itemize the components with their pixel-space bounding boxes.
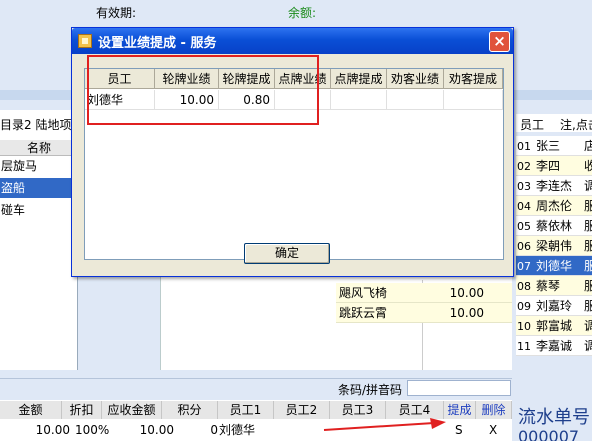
employee-no: 08 xyxy=(517,280,531,293)
col-robbed-commission[interactable]: 劝客提成 xyxy=(444,69,503,89)
cell-robbed-commission[interactable] xyxy=(444,90,503,110)
col-amount[interactable]: 金额 xyxy=(0,401,62,419)
employee-name: 张三 xyxy=(536,139,561,153)
col-emp3[interactable]: 员工3 xyxy=(330,401,386,419)
col-commission-link[interactable]: 提成 xyxy=(444,401,476,419)
service-price: 10.00 xyxy=(449,286,484,300)
employee-no: 02 xyxy=(517,160,531,173)
employee-no: 01 xyxy=(517,140,531,153)
cell-points: 0 xyxy=(210,423,218,437)
employee-role: 服 xyxy=(584,296,592,315)
cell-robbed-performance[interactable] xyxy=(387,90,444,110)
employee-no: 09 xyxy=(517,300,531,313)
close-icon[interactable]: × xyxy=(489,31,510,52)
balance-label: 余额: xyxy=(288,6,317,20)
dialog-title: 设置业绩提成 - 服务 xyxy=(98,36,217,51)
employee-name: 李连杰 xyxy=(536,179,573,193)
valid-period-label: 有效期: xyxy=(96,6,137,20)
employee-header-label: 员工 xyxy=(520,118,545,132)
employee-role: 服 xyxy=(584,256,592,275)
cell-delete-button[interactable]: X xyxy=(489,421,497,439)
employee-name: 蔡琴 xyxy=(536,279,561,293)
employee-no: 07 xyxy=(517,260,531,273)
employee-row[interactable]: 03 李连杰调 xyxy=(516,176,592,196)
service-row[interactable]: 跳跃云霄 10.00 xyxy=(336,303,512,323)
cell-amount: 10.00 xyxy=(35,423,70,437)
employee-row[interactable]: 04 周杰伦服 xyxy=(516,196,592,216)
service-name: 飓风飞椅 xyxy=(339,286,388,300)
cell-emp1[interactable]: 刘德华 xyxy=(219,421,255,439)
col-emp2[interactable]: 员工2 xyxy=(274,401,330,419)
col-delete-link[interactable]: 删除 xyxy=(476,401,512,419)
employee-no: 03 xyxy=(517,180,531,193)
col-discount[interactable]: 折扣 xyxy=(62,401,102,419)
employee-role: 服 xyxy=(584,196,592,215)
barcode-input[interactable] xyxy=(407,380,511,396)
barcode-label: 条码/拼音码 xyxy=(338,383,403,397)
category-item-selected[interactable]: 盗船 xyxy=(0,178,78,198)
employee-no: 04 xyxy=(517,200,531,213)
cell-commission-button[interactable]: S xyxy=(455,421,463,439)
app-icon xyxy=(78,34,92,48)
employee-role: 店 xyxy=(584,136,592,155)
annotation-arrow-icon xyxy=(323,418,446,431)
employee-role: 服 xyxy=(584,276,592,295)
category-name-header[interactable]: 名称 xyxy=(0,140,78,156)
col-points[interactable]: 积分 xyxy=(162,401,218,419)
employee-no: 11 xyxy=(517,340,531,353)
employee-row[interactable]: 09 刘嘉玲服 xyxy=(516,296,592,316)
employee-name: 刘嘉玲 xyxy=(536,299,573,313)
employee-row[interactable]: 01 张三 店 xyxy=(516,136,592,156)
employee-list-header: 员工 注,点击 xyxy=(516,114,592,132)
flow-number-label: 流水单号 xyxy=(518,407,590,428)
employee-name: 梁朝伟 xyxy=(536,239,573,253)
employee-row[interactable]: 10 郭富城调 xyxy=(516,316,592,336)
cell-point-commission[interactable] xyxy=(331,90,387,110)
ok-button[interactable]: 确定 xyxy=(244,243,330,264)
col-robbed-performance[interactable]: 劝客业绩 xyxy=(387,69,444,89)
col-emp1[interactable]: 员工1 xyxy=(218,401,274,419)
service-price: 10.00 xyxy=(449,306,484,320)
employee-row[interactable]: 05 蔡依林服 xyxy=(516,216,592,236)
col-emp4[interactable]: 员工4 xyxy=(386,401,444,419)
employee-name: 李嘉诚 xyxy=(536,339,573,353)
employee-list: 01张三店 02李四收 03李连杰调 04周杰伦服 05蔡依林服 06梁朝伟服 … xyxy=(516,136,592,356)
employee-no: 05 xyxy=(517,220,531,233)
service-name: 跳跃云霄 xyxy=(339,306,388,320)
flow-number-value: 000007 xyxy=(518,427,580,441)
annotation-highlight-box xyxy=(87,55,319,125)
employee-name: 郭富城 xyxy=(536,319,573,333)
col-receivable[interactable]: 应收金额 xyxy=(102,401,162,419)
employee-name: 周杰伦 xyxy=(536,199,573,213)
employee-name: 李四 xyxy=(536,159,561,173)
category-item[interactable]: 层旋马 xyxy=(0,156,78,176)
employee-name: 刘德华 xyxy=(536,259,573,273)
service-row[interactable]: 飓风飞椅 10.00 xyxy=(336,283,512,303)
employee-row[interactable]: 08 蔡琴 服 xyxy=(516,276,592,296)
employee-row-selected[interactable]: 07 刘德华服 xyxy=(516,256,592,276)
employee-role: 服 xyxy=(584,236,592,255)
employee-row[interactable]: 02 李四 收 xyxy=(516,156,592,176)
dialog-titlebar[interactable]: 设置业绩提成 - 服务 × xyxy=(72,28,513,54)
col-point-commission[interactable]: 点牌提成 xyxy=(331,69,387,89)
employee-role: 调 xyxy=(584,336,592,355)
employee-name: 蔡依林 xyxy=(536,219,573,233)
employee-no: 10 xyxy=(517,320,531,333)
employee-role: 收 xyxy=(584,156,592,175)
employee-role: 服 xyxy=(584,216,592,235)
employee-role: 调 xyxy=(584,176,592,195)
employee-header-note: 注,点击 xyxy=(560,118,592,132)
employee-row[interactable]: 06 梁朝伟服 xyxy=(516,236,592,256)
employee-no: 06 xyxy=(517,240,531,253)
employee-row[interactable]: 11 李嘉诚调 xyxy=(516,336,592,356)
category-item[interactable]: 碰车 xyxy=(0,200,78,220)
employee-role: 调 xyxy=(584,316,592,335)
